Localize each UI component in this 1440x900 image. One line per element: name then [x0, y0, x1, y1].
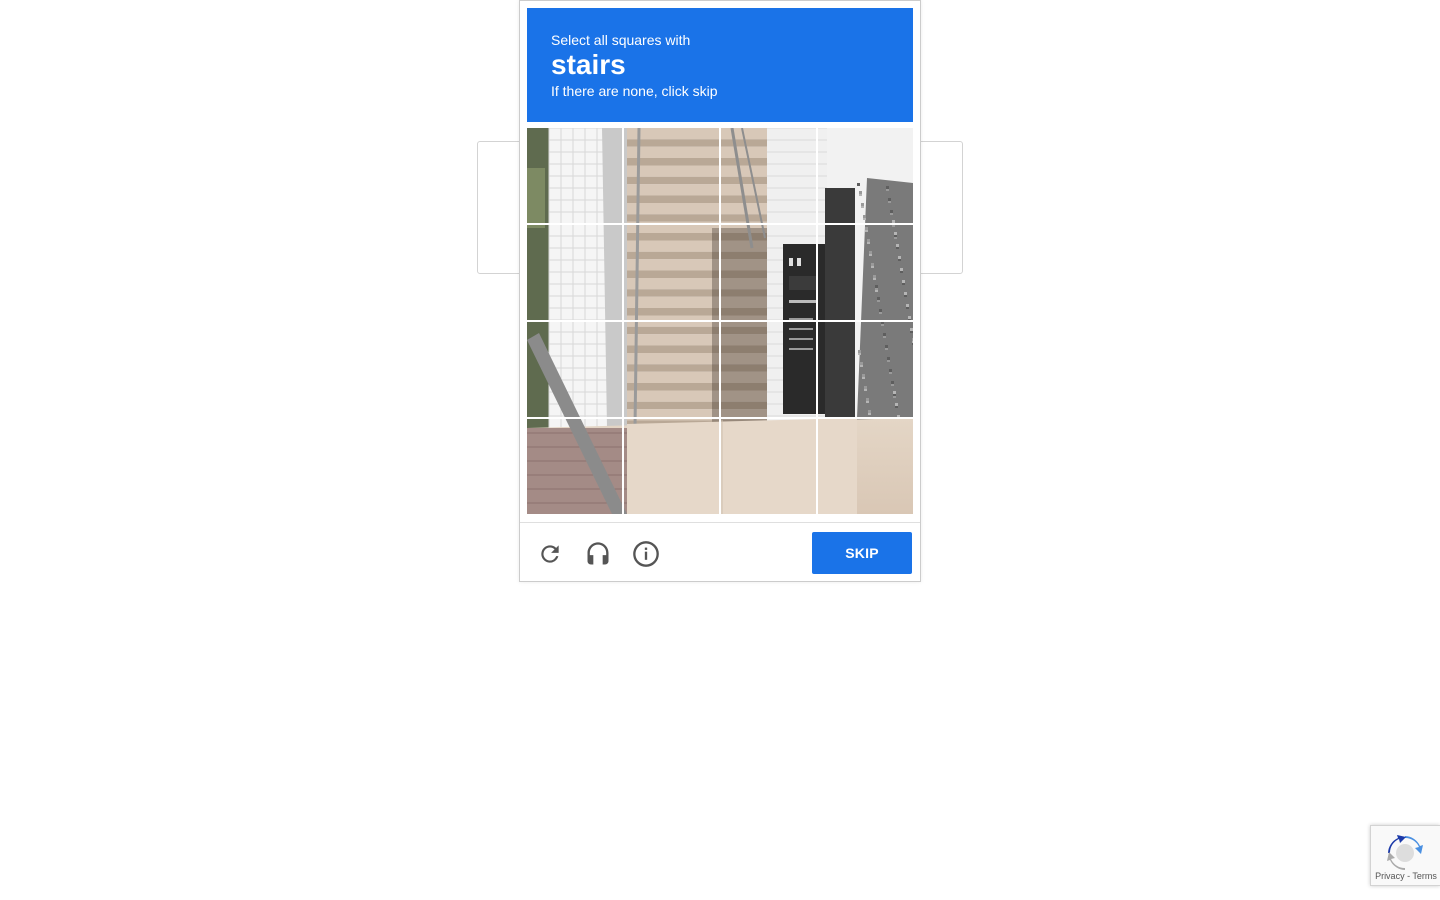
image-grid	[527, 128, 913, 514]
grid-tile-r3-c1[interactable]	[527, 322, 622, 417]
grid-tile-r1-c1[interactable]	[527, 128, 622, 223]
reload-icon[interactable]	[535, 539, 565, 569]
grid-tile-r2-c4[interactable]	[818, 225, 913, 320]
grid-tile-r3-c4[interactable]	[818, 322, 913, 417]
grid-tile-r4-c4[interactable]	[818, 419, 913, 514]
grid-tile-r2-c3[interactable]	[721, 225, 816, 320]
instruction-text: Select all squares with	[551, 32, 691, 48]
challenge-header: Select all squares with stairs If there …	[527, 8, 913, 122]
challenge-footer: SKIP	[520, 522, 920, 582]
skip-button[interactable]: SKIP	[812, 532, 912, 574]
terms-link[interactable]: Terms	[1412, 871, 1437, 881]
privacy-link[interactable]: Privacy	[1375, 871, 1405, 881]
grid-tile-r4-c3[interactable]	[721, 419, 816, 514]
challenge-keyword: stairs	[551, 49, 626, 80]
badge-links: Privacy - Terms	[1371, 871, 1440, 881]
grid-tile-r1-c2[interactable]	[624, 128, 719, 223]
recaptcha-badge[interactable]: Privacy - Terms	[1370, 825, 1440, 886]
grid-tile-r4-c2[interactable]	[624, 419, 719, 514]
audio-headphones-icon[interactable]	[583, 539, 613, 569]
grid-tile-r1-c3[interactable]	[721, 128, 816, 223]
grid-tile-r3-c2[interactable]	[624, 322, 719, 417]
instruction-subtext: If there are none, click skip	[551, 83, 718, 99]
grid-tile-r2-c1[interactable]	[527, 225, 622, 320]
grid-tile-r1-c4[interactable]	[818, 128, 913, 223]
grid-tile-r4-c1[interactable]	[527, 419, 622, 514]
grid-tile-r3-c3[interactable]	[721, 322, 816, 417]
recaptcha-logo-icon	[1386, 834, 1424, 872]
recaptcha-challenge-dialog: Select all squares with stairs If there …	[519, 0, 921, 582]
grid-tile-r2-c2[interactable]	[624, 225, 719, 320]
info-icon[interactable]	[631, 539, 661, 569]
